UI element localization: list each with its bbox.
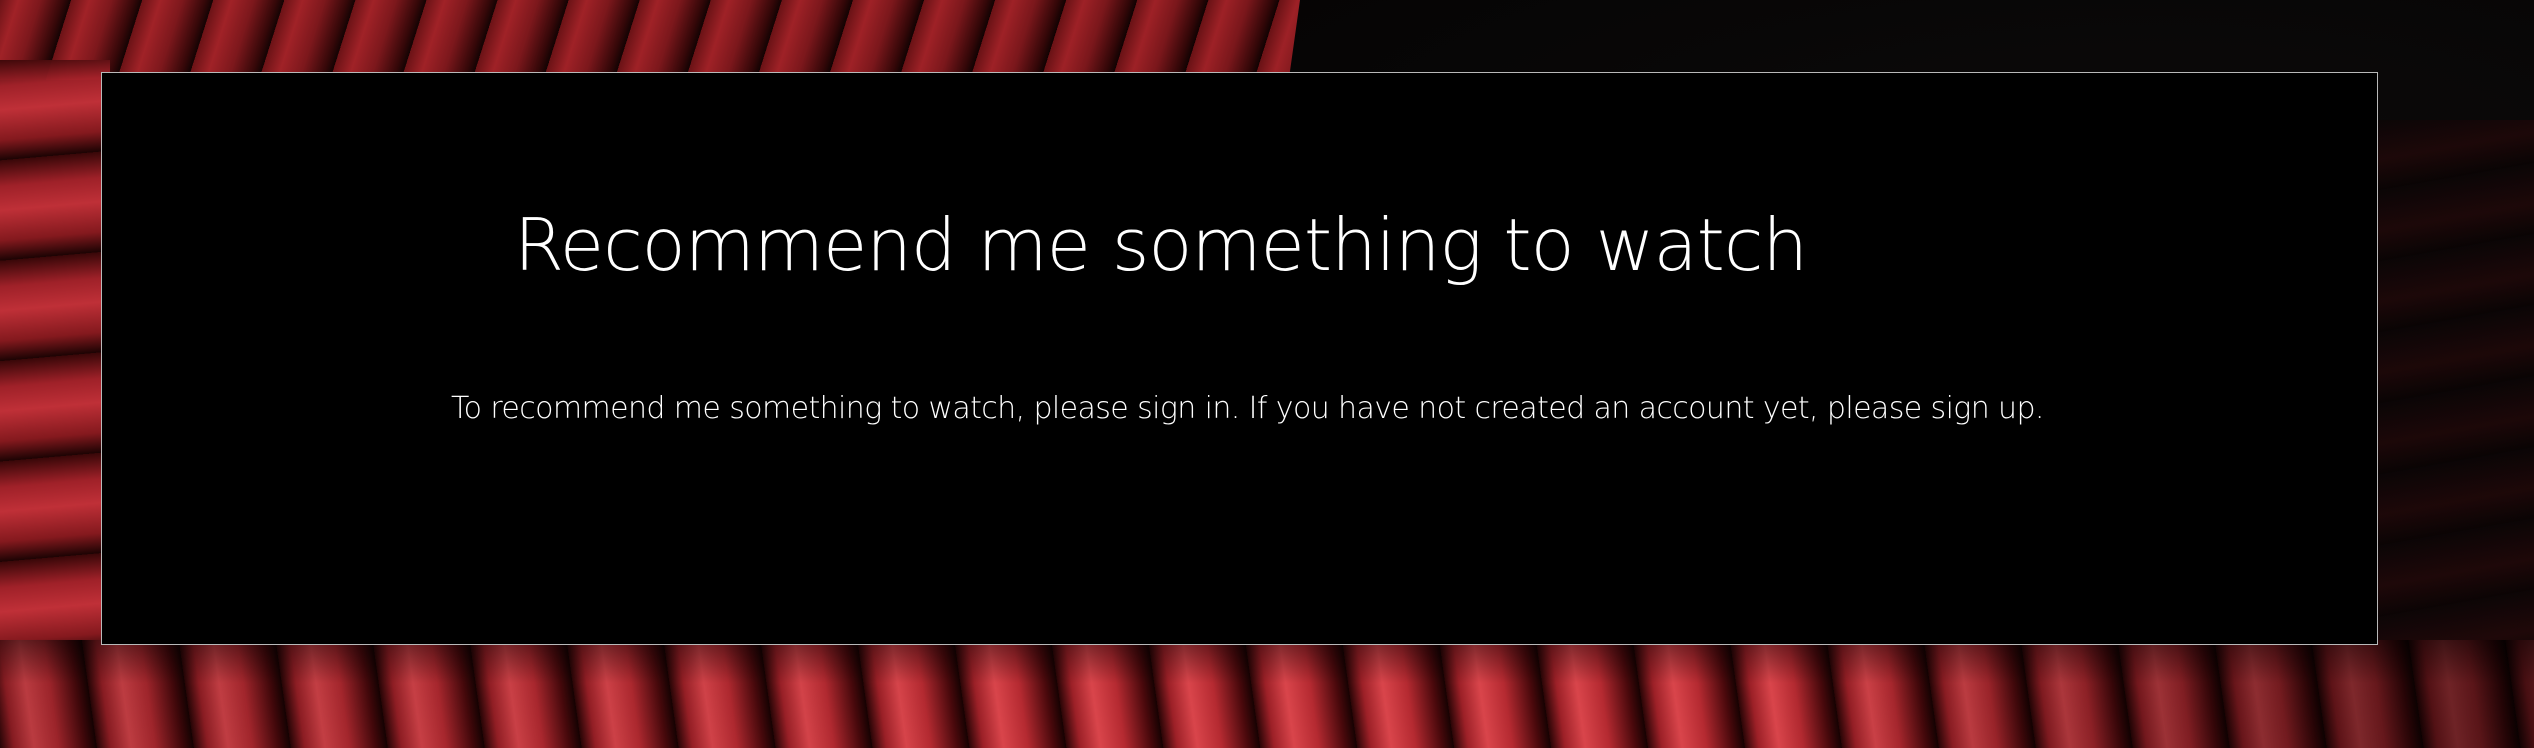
theater-seats-left <box>0 60 110 660</box>
theater-seats-right <box>2374 120 2534 640</box>
seat-shadow-overlay <box>0 640 2534 748</box>
sign-in-prompt: To recommend me something to watch, plea… <box>451 391 2044 426</box>
theater-seats-top-row <box>0 0 1301 80</box>
content-panel: Recommend me something to watch To recom… <box>101 72 2378 645</box>
page-title: Recommend me something to watch <box>514 203 1808 287</box>
